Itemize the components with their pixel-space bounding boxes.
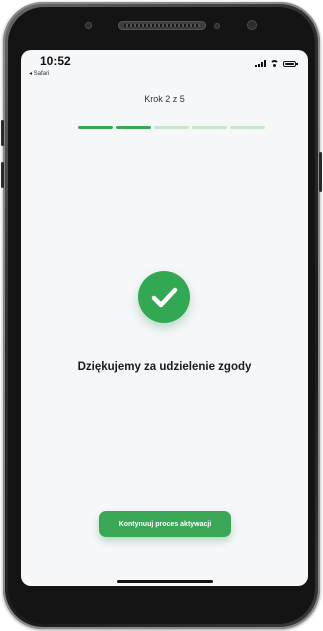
wifi-icon	[270, 60, 279, 67]
progress-segment	[192, 126, 227, 129]
phone-frame: 10:52 ◂ Safari Krok 2 z 5 Dziękujemy za …	[1, 2, 322, 629]
checkmark-icon	[151, 287, 178, 308]
progress-segment	[154, 126, 189, 129]
status-icons	[255, 60, 298, 67]
step-progress-bar	[78, 126, 265, 129]
progress-segment	[116, 126, 151, 129]
success-checkmark	[138, 271, 190, 323]
side-button	[1, 162, 4, 188]
battery-icon	[283, 60, 298, 67]
camera-lens	[247, 20, 257, 30]
front-camera	[85, 22, 92, 29]
progress-segment	[230, 126, 265, 129]
side-button	[1, 120, 4, 146]
step-indicator-label: Krok 2 z 5	[144, 94, 185, 104]
progress-segment	[78, 126, 113, 129]
back-to-safari-link[interactable]: ◂ Safari	[29, 70, 49, 77]
side-button	[319, 152, 322, 192]
home-indicator[interactable]	[117, 580, 213, 583]
app-screen: 10:52 ◂ Safari Krok 2 z 5 Dziękujemy za …	[21, 50, 308, 586]
status-time: 10:52	[40, 54, 71, 68]
confirmation-message: Dziękujemy za udzielenie zgody	[77, 361, 252, 373]
continue-activation-button[interactable]: Kontynuuj proces aktywacji	[99, 511, 231, 537]
proximity-sensor	[214, 23, 220, 29]
earpiece-speaker	[118, 21, 206, 30]
signal-icon	[255, 60, 266, 67]
status-bar: 10:52 ◂ Safari	[21, 50, 308, 80]
